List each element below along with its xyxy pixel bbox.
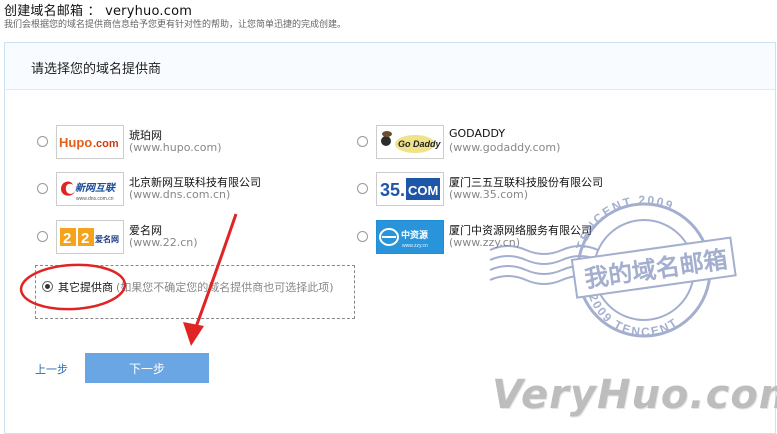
prev-step-link[interactable]: 上一步: [35, 361, 68, 377]
35com-logo-graphic: 35. COM: [377, 173, 443, 205]
provider-url: (www.dns.com.cn): [129, 188, 231, 201]
svg-text:Go Daddy: Go Daddy: [398, 139, 441, 149]
svg-text:www.zzy.cn: www.zzy.cn: [402, 243, 428, 249]
other-provider-note: (如果您不确定您的域名提供商也可选择此项): [116, 281, 334, 294]
provider-option-godaddy[interactable]: Go Daddy GODADDY (www.godaddy.com): [357, 125, 657, 159]
svg-text:新网互联: 新网互联: [75, 182, 117, 194]
provider-radio-22cn[interactable]: [37, 231, 48, 242]
xinwang-logo: 新网互联 www.dns.com.cn: [56, 172, 124, 206]
provider-option-hupo[interactable]: Hupo .com 琥珀网 (www.hupo.com): [37, 125, 337, 159]
zzy-logo-graphic: 中资源 www.zzy.cn: [377, 221, 443, 253]
godaddy-logo: Go Daddy: [376, 125, 444, 159]
provider-radio-zzy[interactable]: [357, 231, 368, 242]
svg-text:.com: .com: [93, 138, 119, 150]
site-watermark: VeryHuo.com: [492, 372, 777, 418]
hupo-logo: Hupo .com: [56, 125, 124, 159]
hupo-logo-graphic: Hupo .com: [59, 135, 119, 150]
page: 创建域名邮箱 ： veryhuo.com 我们会根据您的域名提供商信息给予您更有…: [0, 0, 777, 434]
svg-text:中资源: 中资源: [401, 229, 428, 241]
provider-option-22cn[interactable]: 2 2 爱名网 爱名网 (www.22.cn): [37, 220, 337, 254]
provider-radio-35com[interactable]: [357, 183, 368, 194]
svg-text:35.: 35.: [380, 180, 405, 200]
svg-text:2: 2: [81, 230, 89, 247]
provider-name: GODADDY: [449, 127, 506, 140]
provider-option-xinwang[interactable]: 新网互联 www.dns.com.cn 北京新网互联科技有限公司 (www.dn…: [37, 172, 337, 206]
provider-option-other[interactable]: 其它提供商 (如果您不确定您的域名提供商也可选择此项): [35, 265, 355, 319]
postmark-stamp: TENCENT 2009 2009 TENCENT 我的域名邮箱: [489, 193, 737, 339]
provider-radio-other[interactable]: [42, 281, 53, 292]
22cn-logo-graphic: 2 2 爱名网: [60, 228, 119, 247]
svg-text:www.dns.com.cn: www.dns.com.cn: [76, 196, 114, 202]
zzy-logo: 中资源 www.zzy.cn: [376, 220, 444, 254]
godaddy-logo-graphic: Go Daddy: [381, 131, 441, 153]
provider-url: (www.22.cn): [129, 236, 198, 249]
svg-text:2: 2: [63, 230, 71, 247]
xinwang-logo-graphic: 新网互联 www.dns.com.cn: [61, 181, 117, 202]
provider-radio-hupo[interactable]: [37, 136, 48, 147]
provider-url: (www.hupo.com): [129, 141, 222, 154]
next-step-button[interactable]: 下一步: [85, 353, 209, 383]
35com-logo: 35. COM: [376, 172, 444, 206]
provider-url: (www.godaddy.com): [449, 141, 561, 154]
page-subtitle: 我们会根据您的域名提供商信息给予您更有针对性的帮助，让您简单迅捷的完成创建。: [4, 20, 347, 30]
provider-radio-xinwang[interactable]: [37, 183, 48, 194]
svg-text:COM: COM: [408, 183, 438, 198]
svg-text:Hupo: Hupo: [59, 135, 92, 150]
22cn-logo: 2 2 爱名网: [56, 220, 124, 254]
svg-text:爱名网: 爱名网: [95, 234, 119, 244]
stamp-banner: 我的域名邮箱: [570, 236, 737, 299]
provider-radio-godaddy[interactable]: [357, 136, 368, 147]
other-provider-label: 其它提供商: [58, 281, 113, 294]
